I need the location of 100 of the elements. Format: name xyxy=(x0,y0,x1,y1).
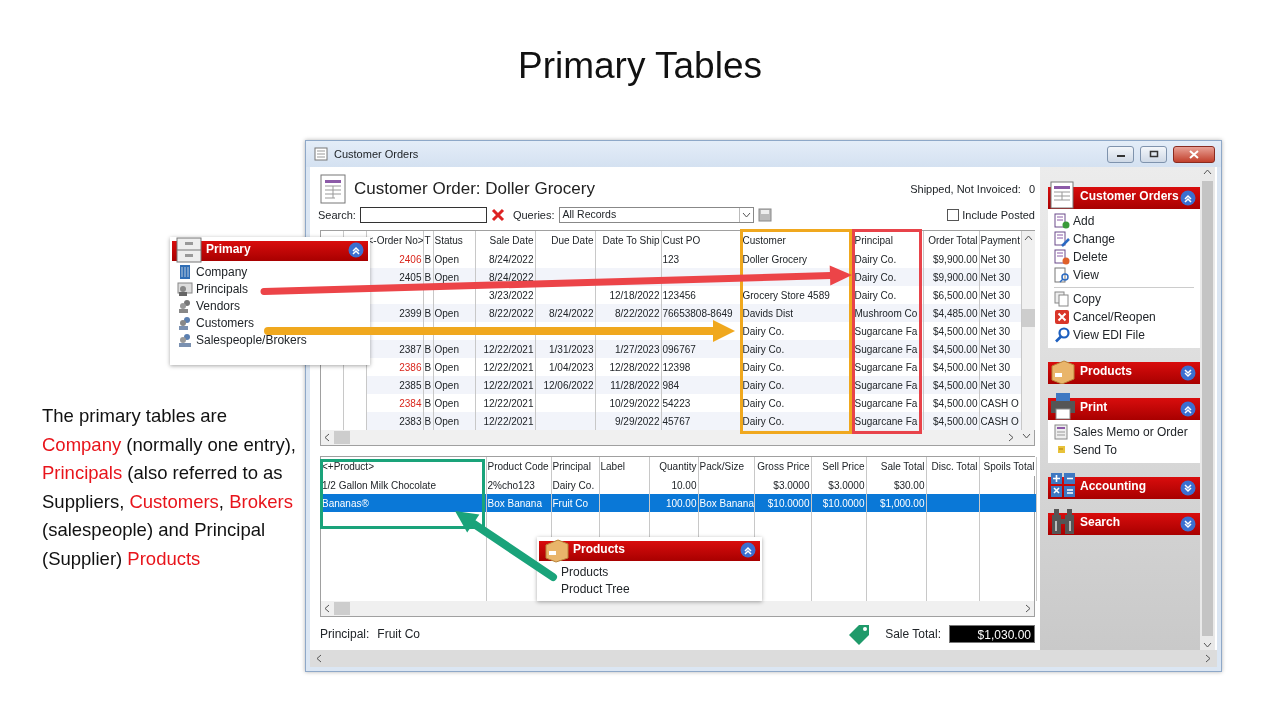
expand-icon[interactable] xyxy=(1180,365,1196,381)
column-header[interactable]: Payment xyxy=(979,231,1021,250)
panel-link[interactable]: Change xyxy=(1054,230,1200,248)
scroll-right-icon[interactable] xyxy=(1008,433,1014,442)
column-header[interactable]: Pack/Size xyxy=(698,457,754,476)
scroll-right-icon[interactable] xyxy=(1025,604,1031,613)
column-header[interactable]: Quantity xyxy=(649,457,698,476)
scrollbar-thumb[interactable] xyxy=(334,431,350,444)
slide-title: Primary Tables xyxy=(517,44,763,88)
table-cell: 76653808-8649 xyxy=(661,304,741,322)
panel-link[interactable]: View EDI File xyxy=(1054,326,1200,344)
expand-icon[interactable] xyxy=(1180,480,1196,496)
collapse-icon[interactable] xyxy=(1180,401,1196,417)
table-cell: Mushroom Co xyxy=(853,304,923,322)
expand-icon[interactable] xyxy=(1180,516,1196,532)
table-cell: 12/06/2022 xyxy=(535,376,595,394)
search-field[interactable] xyxy=(359,207,487,223)
queries-dropdown[interactable]: All Records xyxy=(558,207,754,223)
panel-link[interactable]: Add xyxy=(1054,212,1200,230)
scroll-up-icon[interactable] xyxy=(1203,169,1212,175)
section-header[interactable]: Accounting xyxy=(1048,471,1200,499)
include-posted-label: Include Posted xyxy=(962,207,1035,223)
scroll-left-icon[interactable] xyxy=(316,654,322,663)
maximize-button[interactable] xyxy=(1140,145,1167,163)
search-label: Search: xyxy=(318,207,356,223)
panel-link[interactable]: Delete xyxy=(1054,248,1200,266)
close-button[interactable] xyxy=(1173,145,1215,163)
panel-link[interactable]: Product Tree xyxy=(561,580,630,597)
panel-link[interactable]: Vendors xyxy=(177,297,241,314)
column-header[interactable]: T xyxy=(423,231,433,250)
panel-link[interactable]: Company xyxy=(177,263,248,280)
table-cell: Open xyxy=(433,304,475,322)
table-cell: 100.00 xyxy=(649,494,698,512)
vertical-scrollbar[interactable] xyxy=(1200,167,1215,650)
panel-link[interactable]: View xyxy=(1054,266,1200,284)
close-icon xyxy=(1189,149,1199,159)
column-header[interactable]: Sale Total xyxy=(866,457,926,476)
principal-value: Fruit Co xyxy=(377,626,421,643)
scroll-left-icon[interactable] xyxy=(324,604,330,613)
horizontal-scrollbar[interactable] xyxy=(310,650,1217,667)
table-cell: $1,000.00 xyxy=(866,494,926,512)
minimize-button[interactable] xyxy=(1107,145,1134,163)
scroll-right-icon[interactable] xyxy=(1205,654,1211,663)
column-header[interactable]: Gross Price xyxy=(754,457,811,476)
column-header[interactable]: Status xyxy=(433,231,475,250)
collapse-icon[interactable] xyxy=(740,542,756,558)
scroll-left-icon[interactable] xyxy=(324,433,330,442)
clear-icon[interactable] xyxy=(490,208,505,222)
panel-link[interactable]: Products xyxy=(561,563,609,580)
scrollbar-thumb[interactable] xyxy=(1202,181,1213,636)
column-header[interactable]: Sale Date xyxy=(475,231,535,250)
panel-link[interactable]: Principals xyxy=(177,280,249,297)
table-cell: $4,485.00 xyxy=(923,304,979,322)
scroll-down-icon[interactable] xyxy=(1022,433,1031,439)
table-cell: Sugarcane Fa xyxy=(853,376,923,394)
table-cell: $10.0000 xyxy=(754,494,811,512)
table-cell: 12/22/2021 xyxy=(475,376,535,394)
table-cell: Open xyxy=(433,376,475,394)
table-cell: 8/24/2022 xyxy=(535,304,595,322)
column-header[interactable]: Due Date xyxy=(535,231,595,250)
column-header[interactable]: Product Code xyxy=(486,457,551,476)
table-cell: 8/22/2022 xyxy=(475,304,535,322)
section-header[interactable]: Products xyxy=(539,537,760,561)
table-cell: Net 30 xyxy=(979,340,1021,358)
section-header[interactable]: Search xyxy=(1048,507,1200,535)
column-header[interactable]: Sell Price xyxy=(811,457,866,476)
horizontal-scrollbar[interactable] xyxy=(321,601,1034,616)
section-header[interactable]: Print xyxy=(1048,392,1200,420)
include-posted-checkbox[interactable] xyxy=(947,209,960,221)
column-header[interactable]: Principal xyxy=(551,457,599,476)
panel-link[interactable]: Sales Memo or Order xyxy=(1054,423,1200,441)
section-header[interactable]: Customer Orders xyxy=(1048,181,1200,209)
window-icon xyxy=(314,147,328,161)
column-header[interactable]: Date To Ship xyxy=(595,231,661,250)
table-cell: Bananas® xyxy=(321,494,486,512)
scroll-up-icon[interactable] xyxy=(1023,235,1033,241)
table-cell: Sugarcane Fa xyxy=(853,340,923,358)
scroll-down-icon[interactable] xyxy=(1203,642,1212,648)
horizontal-scrollbar[interactable] xyxy=(321,430,1034,445)
column-header[interactable]: Disc. Total xyxy=(926,457,979,476)
collapse-icon[interactable] xyxy=(1180,190,1196,206)
panel-link[interactable]: Cancel/Reopen xyxy=(1054,308,1200,326)
collapse-icon[interactable] xyxy=(348,242,364,258)
panel-link[interactable]: Send To xyxy=(1054,441,1200,459)
save-icon[interactable] xyxy=(757,208,772,222)
section-header[interactable]: Primary xyxy=(172,237,368,261)
table-cell: CASH O xyxy=(979,412,1021,430)
panel-link[interactable]: Copy xyxy=(1054,290,1200,308)
column-header[interactable]: Order Total xyxy=(923,231,979,250)
column-header[interactable]: Spoils Total xyxy=(979,457,1036,476)
panel-link[interactable]: Customers xyxy=(177,314,254,331)
column-header[interactable]: Label xyxy=(599,457,649,476)
table-cell: 1/31/2023 xyxy=(535,340,595,358)
table-cell: $4,500.00 xyxy=(923,340,979,358)
table-cell: 12/22/2021 xyxy=(475,340,535,358)
search-icon xyxy=(1054,327,1070,343)
panel-link[interactable]: Salespeople/Brokers xyxy=(177,331,307,348)
table-cell: 1/27/2023 xyxy=(595,340,661,358)
scrollbar-thumb[interactable] xyxy=(334,602,350,615)
table-cell: B xyxy=(423,340,433,358)
